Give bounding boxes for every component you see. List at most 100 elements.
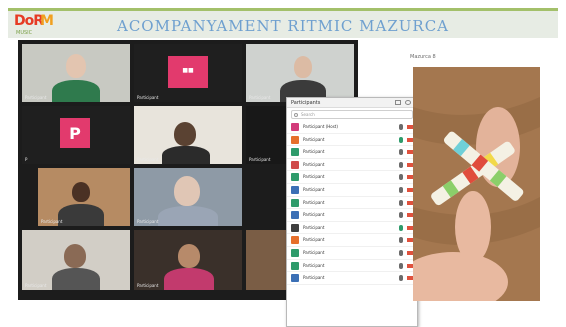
participant-avatar [291,261,299,270]
video-tile[interactable]: Participant [22,44,130,102]
microphone-icon[interactable] [399,124,403,130]
person-body [52,268,100,290]
participant-name: Participant [303,224,325,230]
microphone-icon[interactable] [399,136,403,143]
person-head [72,182,90,202]
participant-row[interactable]: Participant [287,247,417,260]
participant-name: Participant [303,275,325,281]
avatar: P [60,118,90,148]
tile-caption: Participant [137,95,159,100]
participant-avatar [291,211,299,220]
microphone-icon[interactable] [399,212,403,219]
tile-caption: Participant [41,219,63,224]
participant-avatar [291,236,299,245]
person-head [174,122,196,146]
close-icon[interactable] [405,100,411,105]
participant-avatar [291,173,299,182]
photo-illustration [413,67,540,301]
participants-panel-title: Participants [291,100,321,106]
participant-avatar [291,248,299,257]
participant-name: Participant [303,174,325,180]
tile-caption: Participant [249,95,271,100]
participant-name: Participant [303,212,325,218]
participant-row[interactable]: Participant [287,222,417,235]
participant-row[interactable]: Participant [287,272,417,285]
participant-name: Participant [303,249,325,255]
tile-caption: Participant [137,219,159,224]
tile-caption: Participant [137,157,159,162]
participant-row[interactable]: Participant [287,197,417,210]
participant-row[interactable]: Participant [287,209,417,222]
participants-panel: Participants Search Participant (Host) P… [286,97,418,327]
tile-caption: Participant [249,157,271,162]
microphone-icon[interactable] [399,262,403,269]
participant-name: Participant [303,186,325,192]
participants-panel-header: Participants [287,98,417,108]
video-tile[interactable]: P P [22,106,130,164]
participant-row[interactable]: Participant (Host) [287,121,417,134]
person-head [294,56,312,78]
participant-avatar [291,274,299,283]
tile-caption: Participant [137,283,159,288]
participant-name: Participant [303,262,325,268]
slide-title: ACOMPANYAMENT RITMIC MAZURCA [116,17,450,35]
person-head [64,244,86,268]
participant-name: Participant [303,149,325,155]
slide-title-band: DoR M MUSIC ACOMPANYAMENT RITMIC MAZURCA [8,8,558,38]
tile-caption: Participant [25,95,47,100]
instrument-photo [413,67,540,301]
participant-name: Participant [303,161,325,167]
avatar: ■■ [168,56,208,88]
slide-side-label: Mazurca 8 [410,54,436,60]
participant-name: Participant (Host) [303,124,338,129]
participant-avatar [291,135,299,144]
person-body [162,146,210,164]
video-tile[interactable]: Participant [134,168,242,226]
video-tile[interactable]: Participant [22,230,130,290]
person-head [66,54,86,78]
participant-name: Participant [303,237,325,243]
participant-row[interactable]: Participant [287,159,417,172]
microphone-icon[interactable] [399,186,403,193]
participant-row[interactable]: Participant [287,134,417,147]
video-tile[interactable]: Participant [38,168,130,226]
participant-avatar [291,148,299,157]
search-icon [294,113,298,117]
person-body [158,206,218,226]
video-tile[interactable]: Participant [134,106,242,164]
presentation-page: DoR M MUSIC ACOMPANYAMENT RITMIC MAZURCA… [0,0,566,327]
participant-row[interactable]: Participant [287,146,417,159]
popout-icon[interactable] [395,100,401,105]
microphone-icon[interactable] [399,149,403,156]
person-body [58,204,104,226]
tile-caption: Participant [25,283,47,288]
participant-avatar [291,185,299,194]
participant-avatar [291,160,299,169]
video-tile[interactable]: ■■ Participant [134,44,242,102]
participant-row[interactable]: Participant [287,234,417,247]
participant-name: Participant [303,199,325,205]
participants-search[interactable]: Search [291,110,413,119]
microphone-icon[interactable] [399,249,403,256]
participant-avatar [291,223,299,232]
microphone-icon[interactable] [399,199,403,206]
person-body [52,80,100,102]
microphone-icon[interactable] [399,161,403,168]
tile-caption: P [25,157,28,162]
video-tile[interactable]: Participant [134,230,242,290]
microphone-icon[interactable] [399,224,403,231]
search-placeholder: Search [301,112,315,117]
person-body [164,268,214,290]
video-tile[interactable]: Participant [246,44,354,102]
participant-row[interactable]: Participant [287,260,417,273]
microphone-icon[interactable] [399,237,403,244]
microphone-icon[interactable] [399,174,403,181]
participant-name: Participant [303,136,325,142]
participant-row[interactable]: Participant [287,171,417,184]
participant-avatar [291,123,299,131]
person-head [178,244,200,268]
participant-avatar [291,198,299,207]
microphone-icon[interactable] [399,275,403,282]
person-head [174,176,200,206]
participant-row[interactable]: Participant [287,184,417,197]
